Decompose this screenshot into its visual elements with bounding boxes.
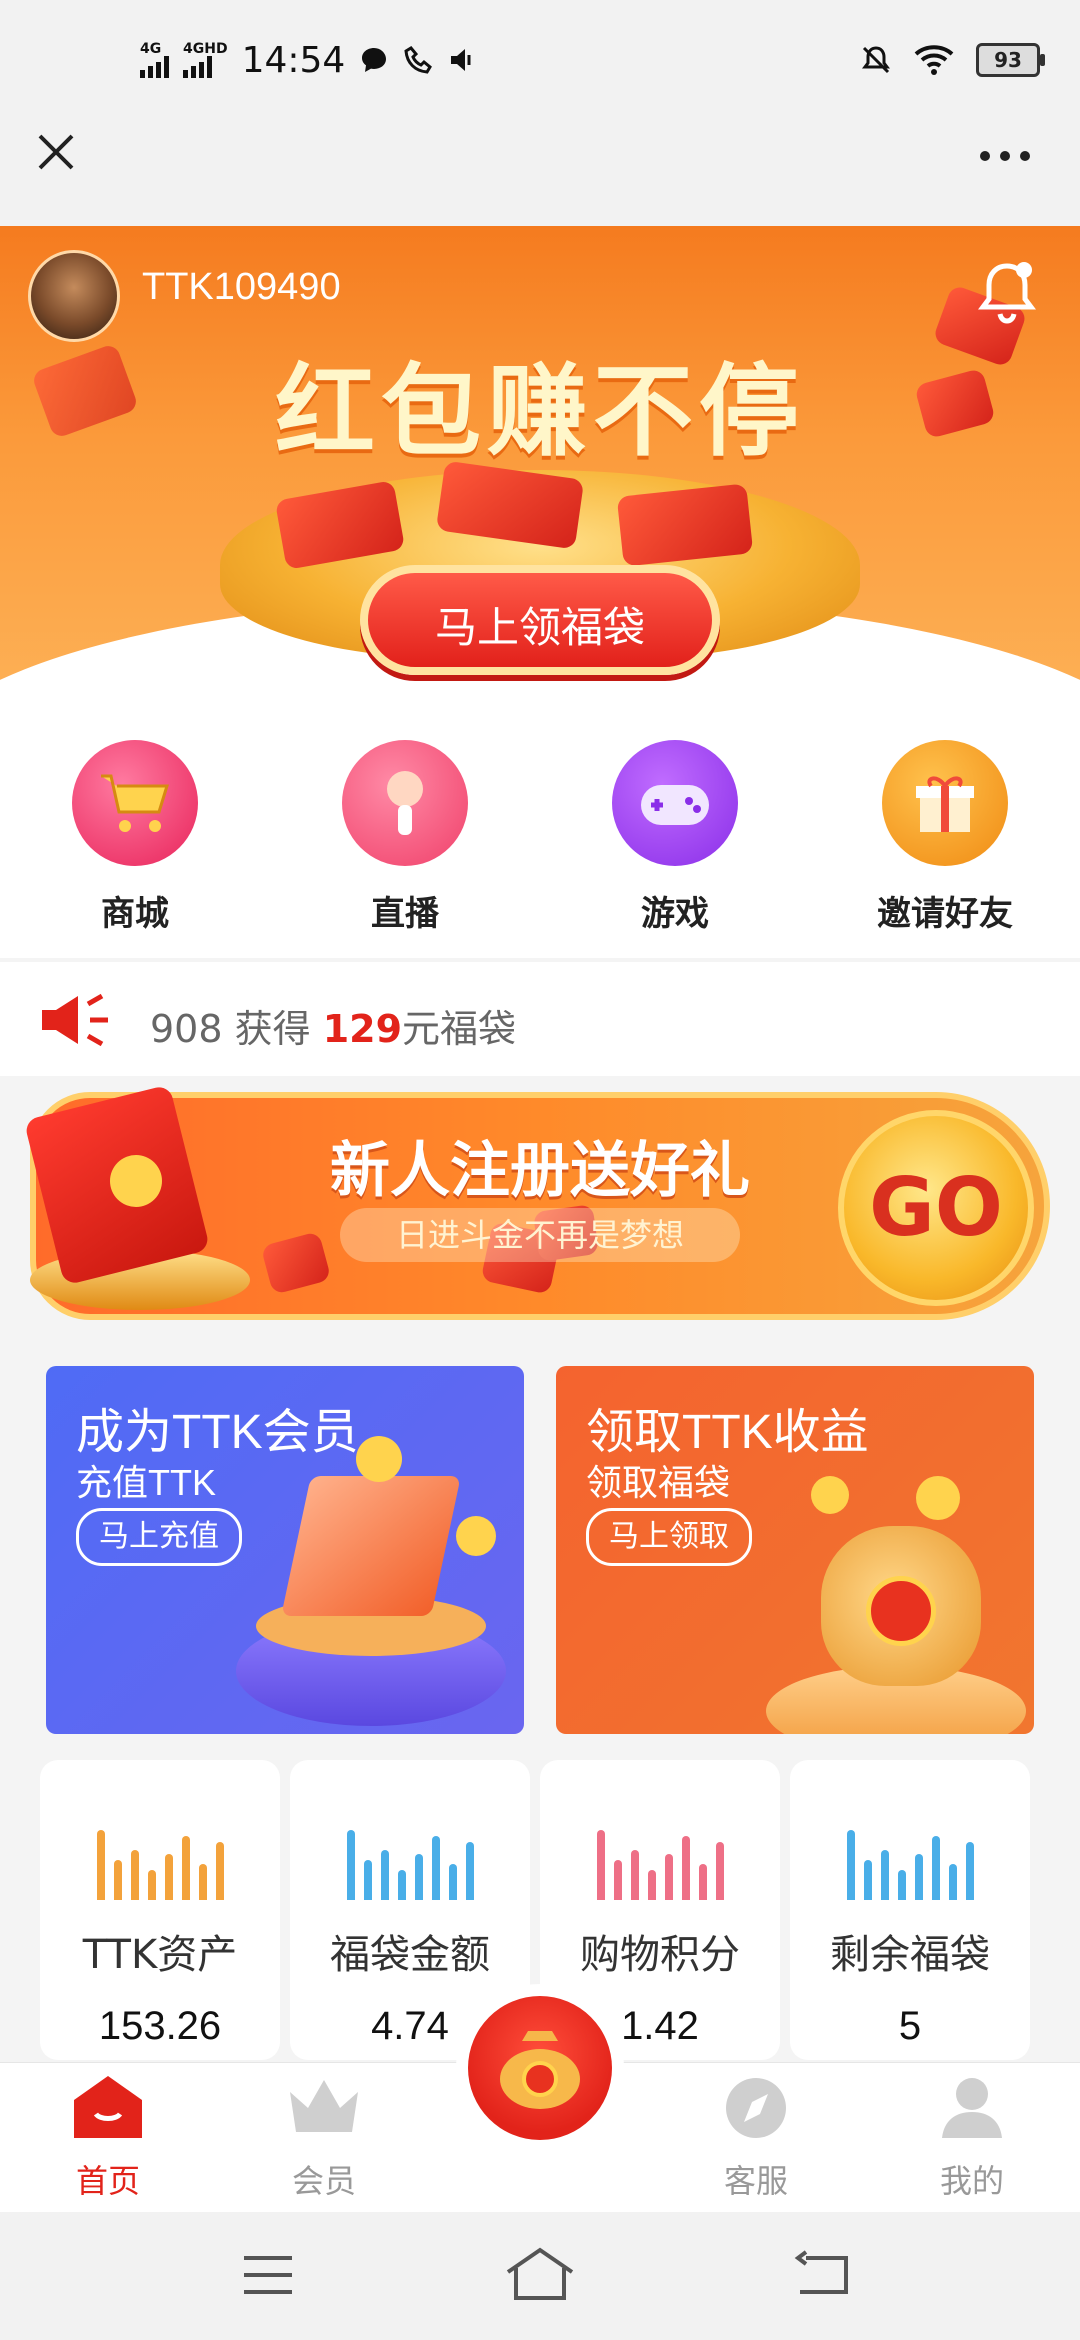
grid-circle <box>342 740 468 866</box>
cart-icon <box>101 774 170 832</box>
lucky-bag-center-button[interactable] <box>468 1996 612 2140</box>
username: TTK109490 <box>142 266 341 308</box>
grid-circle <box>882 740 1008 866</box>
nav-member[interactable]: 会员 <box>254 2072 394 2202</box>
signal-1: 4G <box>140 42 169 78</box>
recharge-button[interactable]: 马上充值 <box>76 1508 242 1566</box>
bars-graphic <box>540 1820 780 1900</box>
network-label-1: 4G <box>140 41 162 57</box>
home-outline-icon <box>506 2247 574 2300</box>
recent-apps-button[interactable] <box>240 2250 296 2304</box>
nav-profile[interactable]: 我的 <box>902 2072 1042 2202</box>
grid-circle <box>612 740 738 866</box>
speaker-icon <box>451 49 471 71</box>
wifi-icon <box>914 45 954 75</box>
member-card[interactable]: 成为TTK会员 充值TTK 马上充值 <box>46 1366 524 1734</box>
ticker-speaker <box>38 990 118 1050</box>
grid-item-live[interactable]: 直播 <box>305 740 505 935</box>
claim-button[interactable]: 马上领取 <box>586 1508 752 1566</box>
coin-illustration <box>811 1476 849 1514</box>
megaphone-icon <box>42 993 108 1047</box>
more-dot <box>980 151 990 161</box>
coin-illustration <box>456 1516 496 1556</box>
profile-icon <box>942 2078 1002 2138</box>
nav-service[interactable]: 客服 <box>686 2072 826 2202</box>
close-button[interactable] <box>28 128 84 184</box>
nav-label: 首页 <box>75 2162 140 2200</box>
top-nav <box>0 120 1080 226</box>
hero-title: 红包赚不停 <box>275 353 805 470</box>
grid-circle <box>72 740 198 866</box>
signal-2: 4GHD <box>183 42 228 78</box>
nav-home[interactable]: 首页 <box>38 2072 178 2202</box>
mute-bell-icon <box>862 46 890 74</box>
card-title: 领取TTK收益 <box>586 1406 869 1459</box>
bars-graphic <box>290 1820 530 1900</box>
phone-icon <box>404 46 433 74</box>
go-button[interactable]: GO <box>838 1110 1034 1306</box>
stat-card-assets[interactable]: TTK资产 153.26 <box>40 1760 280 2060</box>
coin-illustration <box>356 1436 402 1482</box>
stat-label: TTK资产 <box>82 1932 238 1978</box>
ticker-prefix: 908 获得 <box>150 1007 323 1051</box>
message-icon <box>362 48 387 72</box>
nav-label: 会员 <box>291 2162 356 2200</box>
grid-item-mall[interactable]: 商城 <box>35 740 235 935</box>
new-user-title: 新人注册送好礼 <box>330 1136 750 1206</box>
avatar[interactable] <box>28 250 120 342</box>
battery-indicator: 93 <box>976 43 1045 77</box>
more-dot <box>1000 151 1010 161</box>
grid-label: 商城 <box>101 894 169 934</box>
home-icon <box>74 2076 142 2138</box>
grid-label: 邀请好友 <box>877 894 1013 934</box>
status-right: 93 <box>860 30 1045 90</box>
earnings-card[interactable]: 领取TTK收益 领取福袋 马上领取 <box>556 1366 1034 1734</box>
more-button[interactable] <box>960 128 1050 184</box>
more-dot <box>1020 151 1030 161</box>
money-bag-illustration <box>821 1526 981 1686</box>
system-home-button[interactable] <box>504 2246 576 2306</box>
stat-value: 153.26 <box>98 2004 222 2048</box>
envelope-seal <box>110 1155 162 1207</box>
card-subtitle: 领取福袋 <box>586 1462 731 1503</box>
new-user-subtitle: 日进斗金不再是梦想 <box>340 1208 740 1262</box>
stat-label: 福袋金额 <box>330 1932 490 1978</box>
back-icon <box>794 2250 848 2294</box>
system-back-button[interactable] <box>792 2250 852 2304</box>
bell-icon <box>978 262 1036 324</box>
microphone-icon <box>387 771 423 835</box>
ticker-amount: 129 <box>322 1007 403 1051</box>
stat-card-remaining[interactable]: 剩余福袋 5 <box>790 1760 1030 2060</box>
grid-item-games[interactable]: 游戏 <box>575 740 775 935</box>
coin-illustration <box>916 1476 960 1520</box>
stat-value: 5 <box>898 2004 922 2048</box>
status-left: 4G 4GHD 14:54 <box>140 30 477 90</box>
compass-icon <box>726 2078 786 2138</box>
grid-label: 游戏 <box>641 894 709 934</box>
bars-graphic <box>40 1820 280 1900</box>
stat-label: 剩余福袋 <box>830 1932 990 1978</box>
nav-label: 我的 <box>939 2162 1004 2200</box>
close-icon <box>38 134 74 170</box>
grid-item-invite[interactable]: 邀请好友 <box>845 740 1045 935</box>
claim-lucky-bag-button[interactable]: 马上领福袋 <box>360 565 720 675</box>
bars-graphic <box>790 1820 1030 1900</box>
network-label-2: 4GHD <box>183 41 228 57</box>
crown-icon <box>290 2080 358 2132</box>
feature-grid: 商城 直播 游戏 邀请好友 <box>0 696 1080 958</box>
ticker-suffix: 元福袋 <box>402 1007 517 1051</box>
gift-icon <box>916 776 974 832</box>
money-bag-icon <box>500 2031 580 2109</box>
ticker-text: 908 获得 129元福袋 <box>150 998 516 1053</box>
stat-label: 购物积分 <box>580 1932 740 1978</box>
status-time: 14:54 <box>241 39 346 81</box>
menu-icon <box>244 2256 292 2294</box>
grid-label: 直播 <box>371 894 439 934</box>
card-subtitle: 充值TTK <box>76 1462 216 1503</box>
notification-button[interactable] <box>972 256 1042 328</box>
nav-label: 客服 <box>723 2162 788 2200</box>
gamepad-icon <box>641 785 709 825</box>
card-title: 成为TTK会员 <box>76 1406 359 1459</box>
wallet-illustration <box>281 1476 461 1616</box>
